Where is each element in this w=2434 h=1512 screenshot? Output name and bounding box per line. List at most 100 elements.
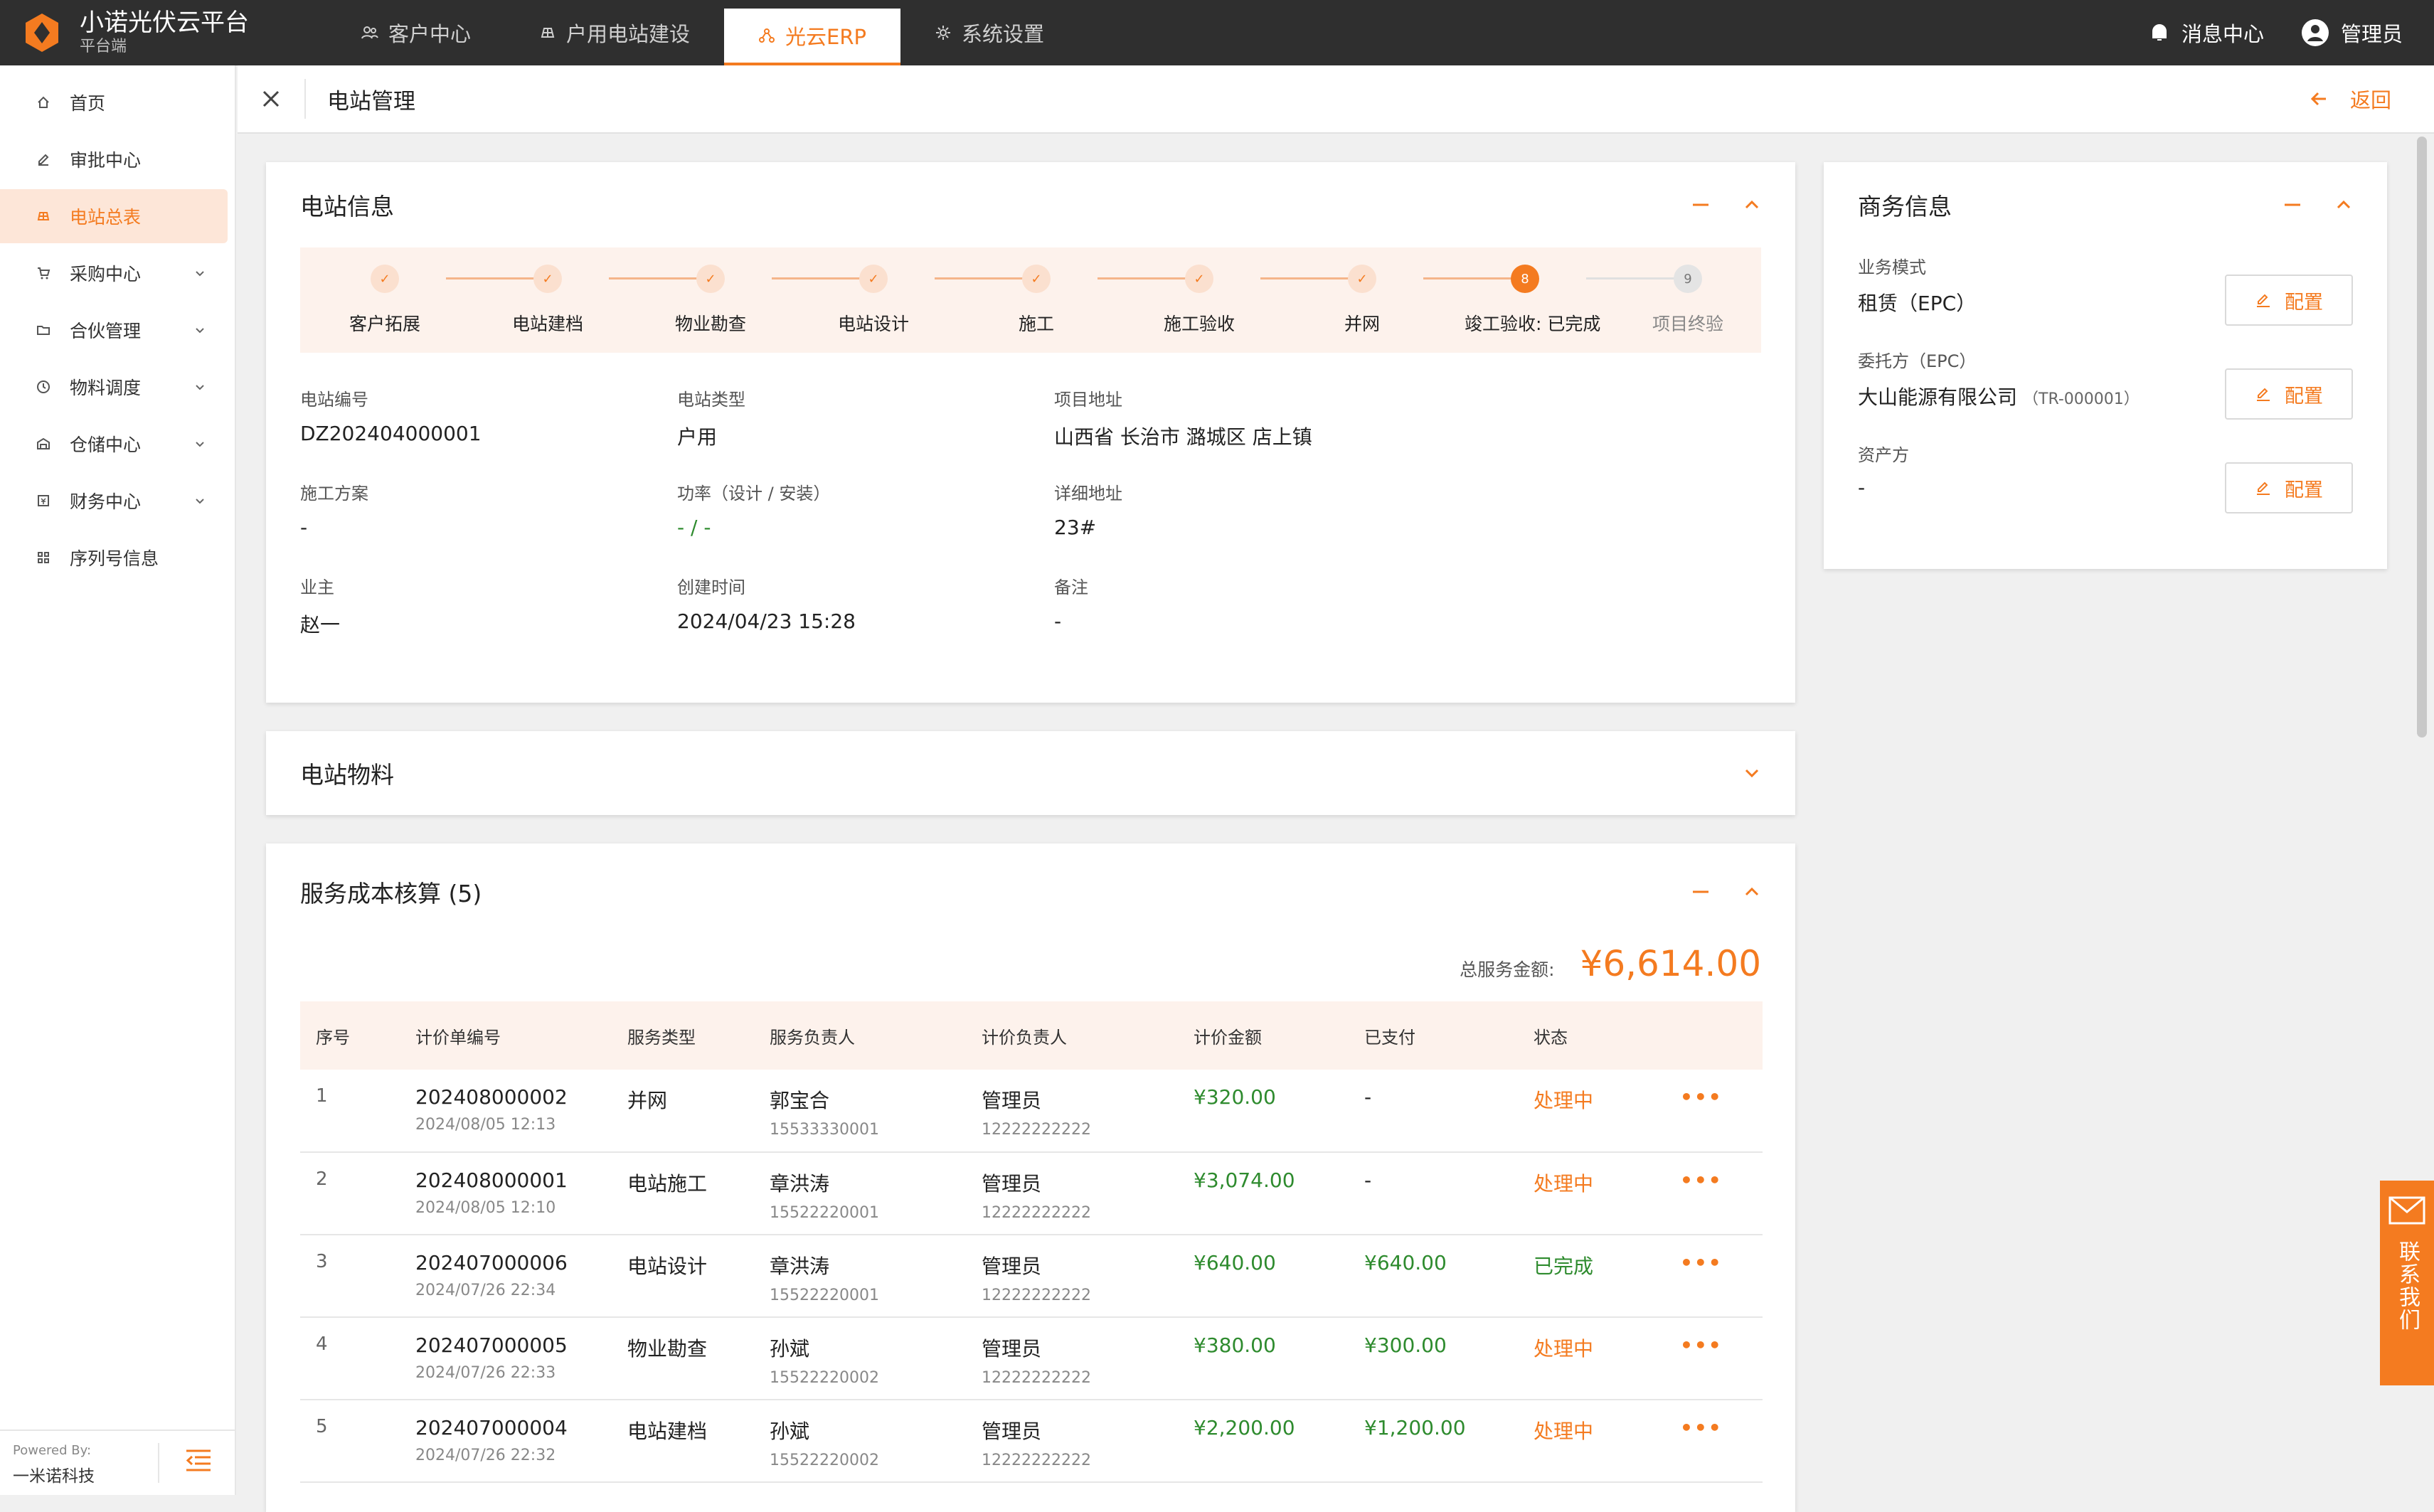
row-code[interactable]: 202408000001 [415, 1168, 612, 1192]
table-row[interactable]: 4 202407000005 2024/07/26 22:33 物业勘查 孙斌 15… [300, 1317, 1763, 1400]
check-icon: ✓ [1185, 265, 1213, 293]
finance-icon [34, 491, 53, 510]
home-icon [34, 93, 53, 112]
users-icon [361, 26, 378, 39]
chevron-up-icon[interactable] [1743, 883, 1761, 901]
more-icon[interactable]: ••• [1680, 1333, 1723, 1357]
col-type: 服务类型 [612, 1001, 754, 1070]
back-button[interactable]: 返回 [2309, 84, 2391, 114]
col-code: 计价单编号 [400, 1001, 612, 1070]
config-mode-button[interactable]: 配置 [2225, 275, 2353, 326]
sidebar-item-approval[interactable]: 审批中心 [0, 132, 228, 186]
grid-icon [34, 548, 53, 567]
sidebar-item-label: 序列号信息 [70, 548, 159, 569]
sidebar-item-stations[interactable]: 电站总表 [0, 189, 228, 243]
sidebar-item-home[interactable]: 首页 [0, 75, 228, 129]
field-asset-party: 资产方 - [1858, 445, 1909, 499]
row-code[interactable]: 202407000005 [415, 1333, 612, 1357]
arrow-left-icon [2310, 92, 2326, 106]
collapse-sidebar-icon[interactable] [185, 1449, 212, 1478]
col-index: 序号 [300, 1001, 400, 1070]
chevron-down-icon [193, 320, 206, 341]
page-title: 电站管理 [327, 88, 415, 115]
topnav-label: 客户中心 [388, 22, 472, 46]
step-number: 8 [1511, 265, 1539, 293]
sidebar-item-warehouse[interactable]: 仓储中心 [0, 417, 228, 471]
topnav-station-build[interactable]: 户用电站建设 [505, 0, 724, 65]
app-title: 小诺光伏云平台 [80, 9, 249, 37]
sidebar-item-dispatch[interactable]: 物料调度 [0, 360, 228, 414]
field-power: 功率（设计 / 安装） - / - [677, 484, 831, 539]
status-badge: 处理中 [1518, 1070, 1664, 1153]
chevron-down-icon [193, 263, 206, 284]
powered-by-label: Powered By: [13, 1443, 92, 1458]
field-created-time: 创建时间 2024/04/23 15:28 [677, 577, 856, 633]
contact-us-button[interactable]: 联系我们 [2380, 1181, 2434, 1385]
row-code[interactable]: 202407000006 [415, 1251, 612, 1274]
minimize-icon[interactable] [2283, 196, 2302, 214]
col-status: 状态 [1518, 1001, 1664, 1070]
field-construction-plan: 施工方案 - [300, 484, 368, 539]
edit-icon [2257, 294, 2270, 307]
table-row[interactable]: 2 202408000001 2024/08/05 12:10 电站施工 章洪涛 1… [300, 1152, 1763, 1235]
more-icon[interactable]: ••• [1680, 1416, 1723, 1439]
sidebar-item-label: 审批中心 [70, 150, 142, 171]
more-icon[interactable]: ••• [1680, 1168, 1723, 1192]
minimize-icon[interactable] [1691, 196, 1710, 214]
field-owner: 业主 赵一 [300, 577, 341, 637]
sidebar-item-partner[interactable]: 合伙管理 [0, 303, 228, 357]
mail-icon [2388, 1196, 2425, 1225]
step-completion[interactable]: 8 竣工验收: 已完成 [1465, 247, 1600, 336]
sidebar-item-label: 仓储中心 [70, 435, 142, 455]
field-detail-address: 详细地址 23# [1054, 484, 1122, 539]
config-entrust-button[interactable]: 配置 [2225, 368, 2353, 420]
service-cost-card: 服务成本核算 (5) 总服务金额: ¥6,614.00 序号 计价单编号 服务类… [266, 843, 1795, 1512]
scrollbar-thumb[interactable] [2417, 137, 2427, 738]
service-cost-table: 序号 计价单编号 服务类型 服务负责人 计价负责人 计价金额 已支付 状态 1 … [300, 1001, 1763, 1483]
cart-icon [34, 264, 53, 282]
row-code[interactable]: 202407000004 [415, 1416, 612, 1439]
edit-icon [2257, 388, 2270, 401]
station-info-title: 电站信息 [300, 193, 394, 220]
topnav-erp[interactable]: 光云ERP [724, 9, 900, 65]
chevron-down-icon[interactable] [1743, 764, 1761, 782]
chevron-up-icon[interactable] [2334, 196, 2353, 214]
step-construction[interactable]: ✓ 施工 [976, 247, 1097, 336]
chevron-up-icon[interactable] [1743, 196, 1761, 214]
table-row[interactable]: 3 202407000006 2024/07/26 22:34 电站设计 章洪涛 1… [300, 1235, 1763, 1318]
step-grid[interactable]: ✓ 并网 [1302, 247, 1423, 336]
topnav-settings[interactable]: 系统设置 [900, 0, 1078, 65]
more-icon[interactable]: ••• [1680, 1251, 1723, 1274]
step-acceptance[interactable]: ✓ 施工验收 [1139, 247, 1260, 336]
sidebar-item-label: 财务中心 [70, 491, 142, 512]
topnav-label: 光云ERP [785, 25, 866, 49]
step-number: 9 [1674, 265, 1702, 293]
business-info-title: 商务信息 [1858, 193, 1952, 220]
step-archive[interactable]: ✓ 电站建档 [487, 247, 608, 336]
materials-title: 电站物料 [300, 761, 394, 789]
back-label: 返回 [2349, 88, 2391, 112]
step-customer[interactable]: ✓ 客户拓展 [324, 247, 445, 336]
col-service-owner: 服务负责人 [754, 1001, 966, 1070]
step-design[interactable]: ✓ 电站设计 [813, 247, 934, 336]
more-icon[interactable]: ••• [1680, 1085, 1723, 1109]
row-code[interactable]: 202408000002 [415, 1085, 612, 1109]
sidebar-item-purchase[interactable]: 采购中心 [0, 246, 228, 300]
sidebar-item-label: 首页 [70, 93, 106, 114]
sidebar-footer: Powered By: 一米诺科技 [0, 1430, 236, 1495]
clock-icon [34, 378, 53, 396]
user-menu[interactable]: 管理员 [2301, 18, 2403, 48]
topnav-customer[interactable]: 客户中心 [327, 0, 505, 65]
field-business-mode: 业务模式 租赁（EPC） [1858, 257, 1977, 315]
minimize-icon[interactable] [1691, 883, 1710, 901]
sidebar-item-finance[interactable]: 财务中心 [0, 474, 228, 528]
config-asset-button[interactable]: 配置 [2225, 462, 2353, 513]
table-row[interactable]: 5 202407000004 2024/07/26 22:32 电站建档 孙斌 15… [300, 1400, 1763, 1483]
table-row[interactable]: 1 202408000002 2024/08/05 12:13 并网 郭宝合 155… [300, 1070, 1763, 1153]
logo[interactable]: 小诺光伏云平台 平台端 [0, 9, 327, 57]
close-icon[interactable] [238, 79, 306, 119]
step-survey[interactable]: ✓ 物业勘查 [650, 247, 771, 336]
step-final[interactable]: 9 项目终验 [1627, 247, 1748, 336]
message-center[interactable]: 消息中心 [2149, 18, 2264, 48]
sidebar-item-serial[interactable]: 序列号信息 [0, 531, 228, 585]
